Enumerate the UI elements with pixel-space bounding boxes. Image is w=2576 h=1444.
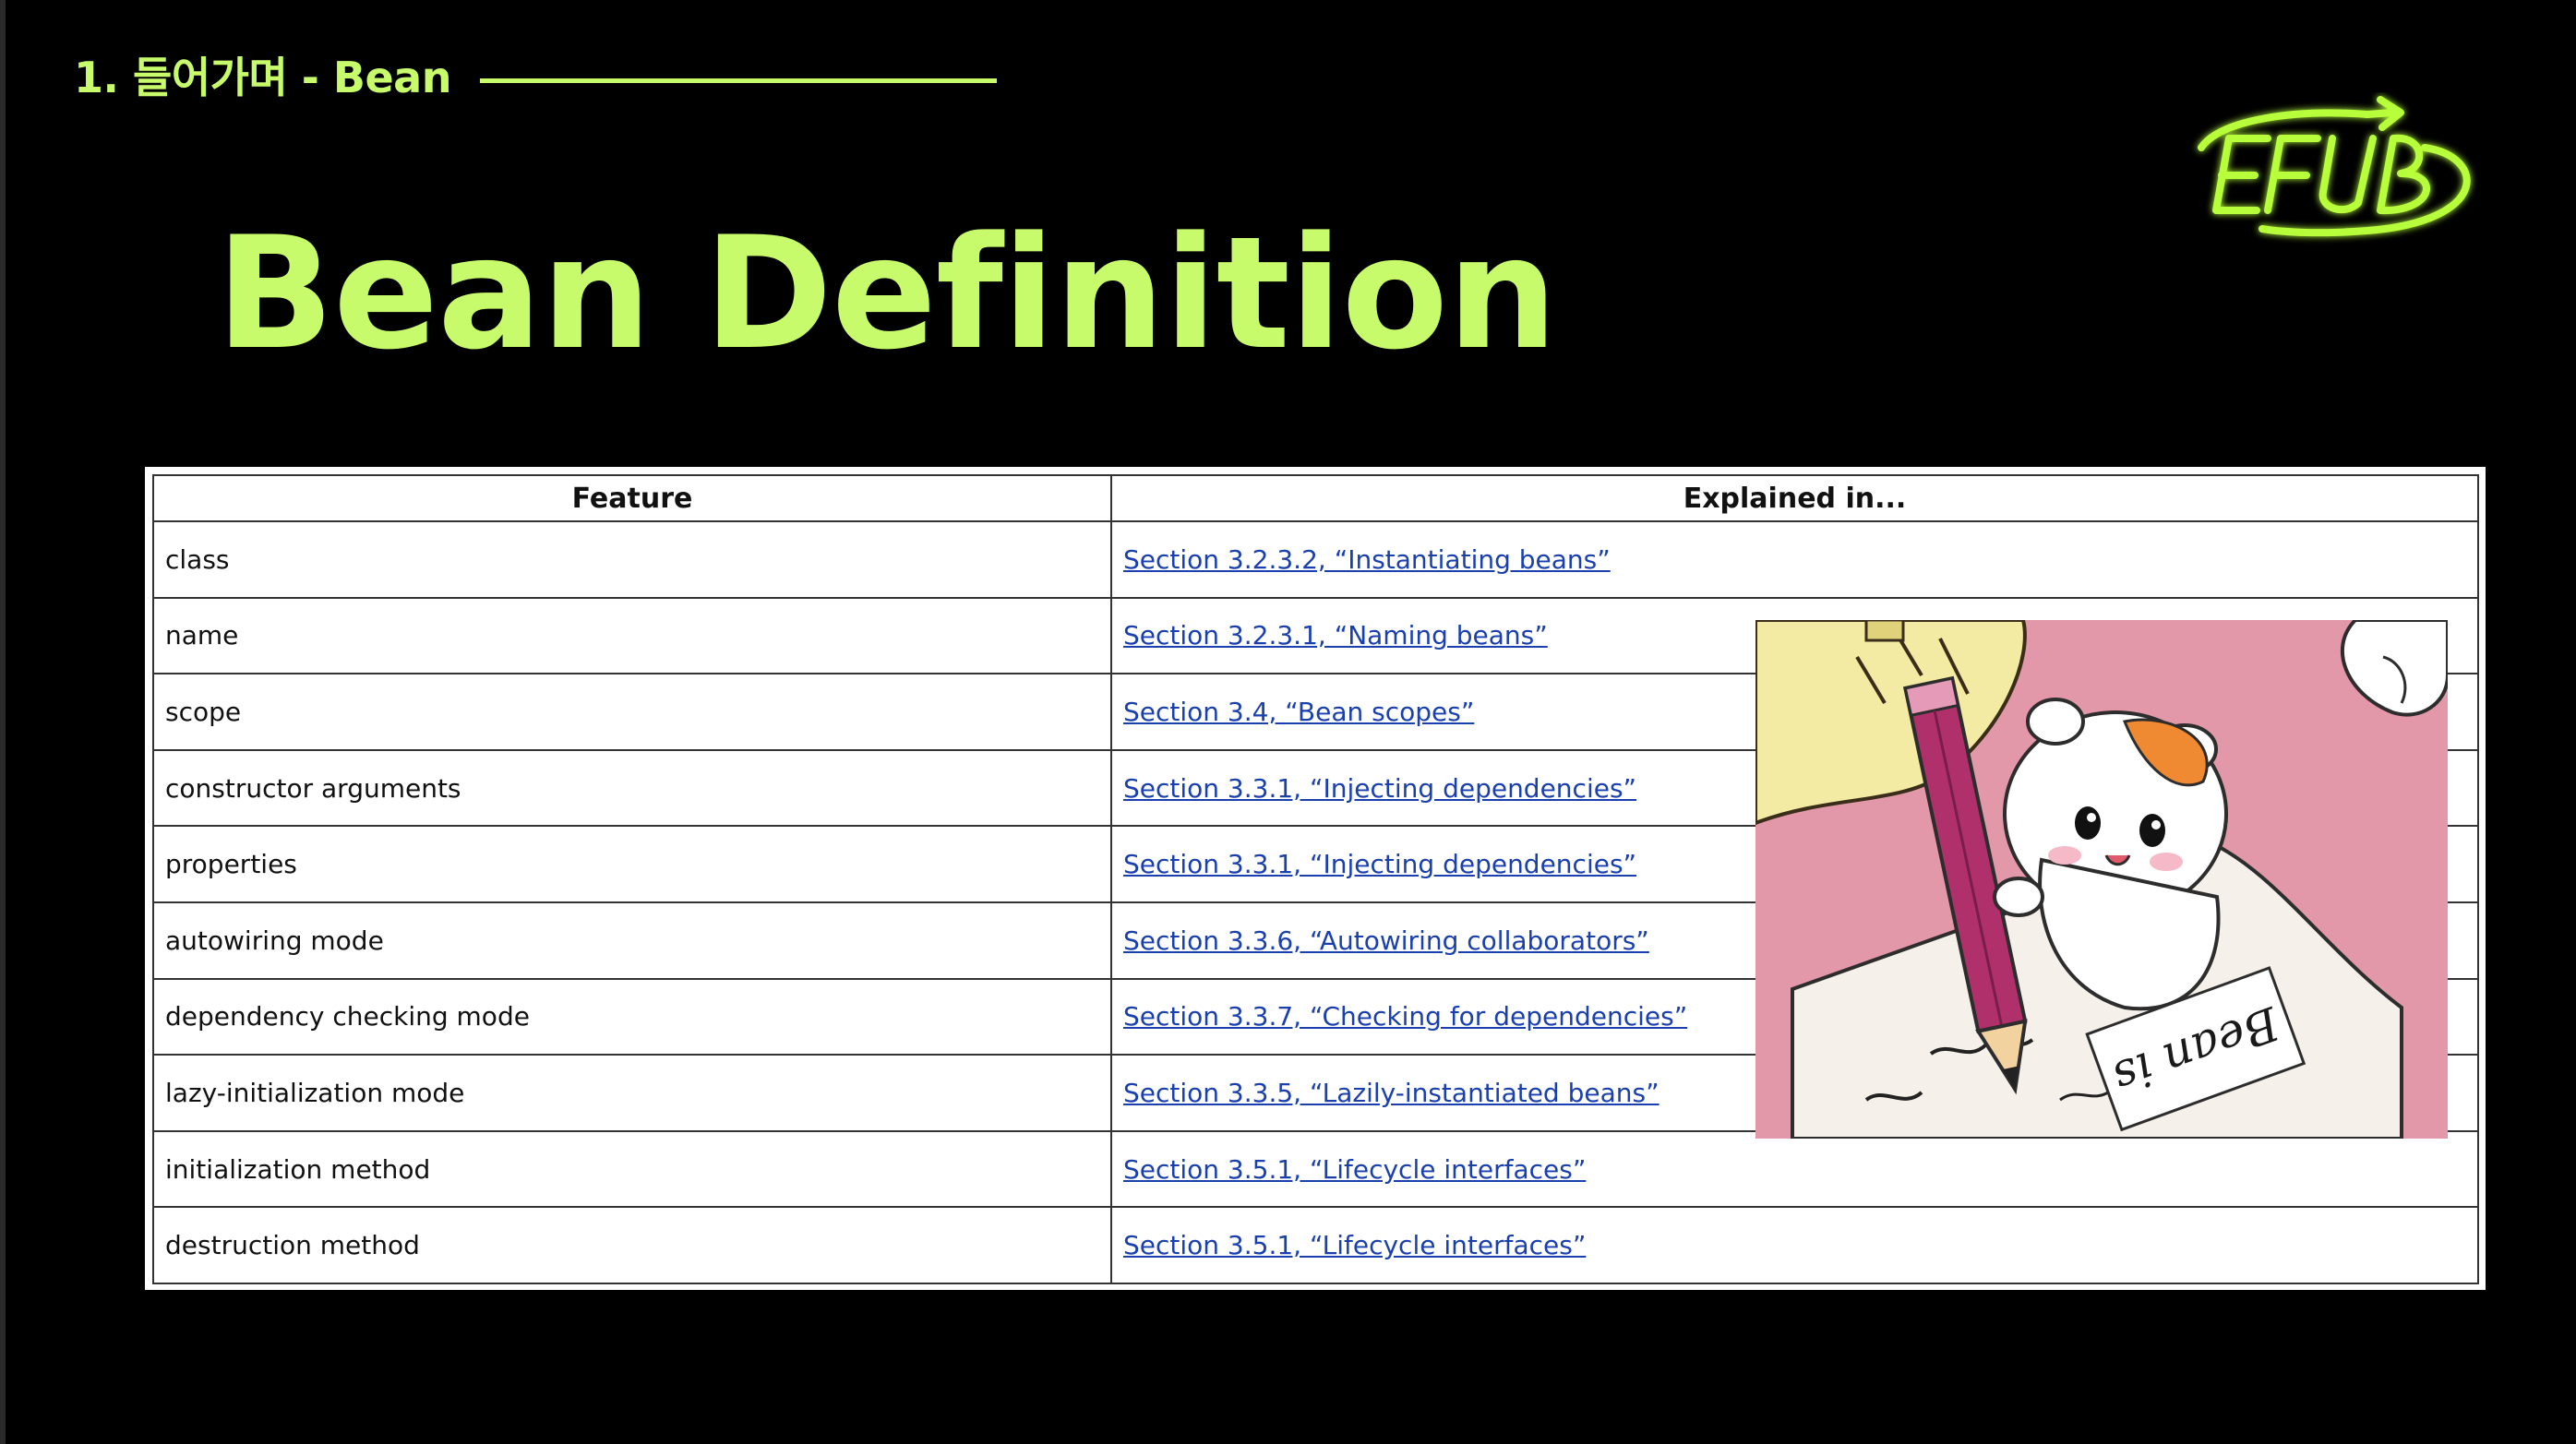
feature-cell: constructor arguments xyxy=(152,748,1112,828)
slide-title: Bean Definition xyxy=(216,203,1558,384)
section-cell: Section 3.2.3.2, “Instantiating beans” xyxy=(1110,520,2479,599)
efub-logo xyxy=(2198,96,2471,237)
section-link[interactable]: Section 3.3.6, “Autowiring collaborators… xyxy=(1123,925,1649,956)
section-cell: Section 3.5.1, “Lifecycle interfaces” xyxy=(1110,1206,2479,1284)
section-link[interactable]: Section 3.5.1, “Lifecycle interfaces” xyxy=(1123,1230,1586,1260)
section-link[interactable]: Section 3.3.1, “Injecting dependencies” xyxy=(1123,849,1636,879)
table-header-row: Feature Explained in... xyxy=(152,474,2479,522)
section-link[interactable]: Section 3.3.1, “Injecting dependencies” xyxy=(1123,773,1636,804)
section-label: 1. 들어가며 - Bean xyxy=(74,53,451,102)
section-link[interactable]: Section 3.4, “Bean scopes” xyxy=(1123,697,1474,727)
feature-cell: dependency checking mode xyxy=(152,977,1112,1056)
section-link[interactable]: Section 3.5.1, “Lifecycle interfaces” xyxy=(1123,1154,1586,1185)
section-link[interactable]: Section 3.2.3.1, “Naming beans” xyxy=(1123,620,1548,650)
table-row: class Section 3.2.3.2, “Instantiating be… xyxy=(152,520,2479,599)
feature-cell: destruction method xyxy=(152,1206,1112,1284)
section-cell: Section 3.5.1, “Lifecycle interfaces” xyxy=(1110,1129,2479,1209)
section-link[interactable]: Section 3.2.3.2, “Instantiating beans” xyxy=(1123,544,1611,575)
feature-cell: scope xyxy=(152,673,1112,751)
feature-cell: properties xyxy=(152,825,1112,903)
section-link[interactable]: Section 3.3.7, “Checking for dependencie… xyxy=(1123,1001,1687,1032)
section-divider xyxy=(480,78,997,83)
section-link[interactable]: Section 3.3.5, “Lazily-instantiated bean… xyxy=(1123,1078,1659,1108)
table-row: destruction method Section 3.5.1, “Lifec… xyxy=(152,1206,2479,1284)
feature-cell: lazy-initialization mode xyxy=(152,1054,1112,1132)
hamster-illustration: Bean is xyxy=(1755,620,2448,1139)
left-edge-bar xyxy=(0,0,6,1444)
column-header-feature: Feature xyxy=(152,474,1112,522)
column-header-explained-in: Explained in... xyxy=(1110,474,2479,522)
feature-cell: class xyxy=(152,520,1112,599)
feature-cell: initialization method xyxy=(152,1129,1112,1209)
feature-cell: name xyxy=(152,596,1112,675)
feature-cell: autowiring mode xyxy=(152,901,1112,980)
table-row: initialization method Section 3.5.1, “Li… xyxy=(152,1129,2479,1209)
